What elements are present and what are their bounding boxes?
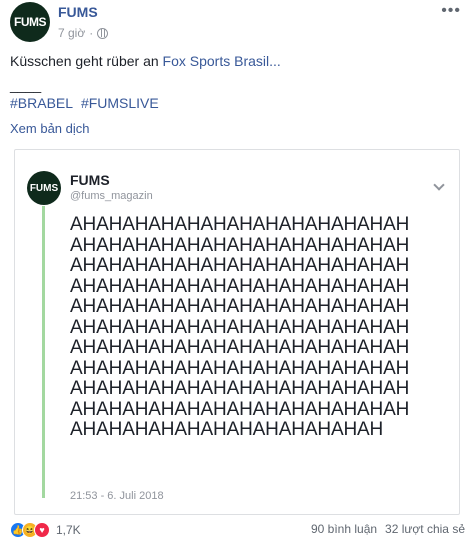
engagement-counts: 90 bình luận 32 lượt chia sẻ: [311, 522, 465, 536]
tweet-avatar[interactable]: FUMS: [27, 171, 61, 205]
tweet-handle[interactable]: @fums_magazin: [70, 190, 153, 202]
tweet-line: AHAHAHAHAHAHAHAHAHAHAHAHAH: [70, 255, 410, 276]
tweet-line: AHAHAHAHAHAHAHAHAHAHAHAHAH: [70, 214, 410, 235]
hashtags: #BRABEL #FUMSLIVE: [10, 95, 163, 111]
reaction-count[interactable]: 1,7K: [56, 523, 81, 537]
tweet-thread-line: [42, 206, 45, 498]
post-text: Küsschen geht rüber an Fox Sports Brasil…: [10, 52, 465, 71]
ellipsis-icon[interactable]: •••: [441, 2, 461, 20]
post-footer: 👍 😆 ♥ 1,7K 90 bình luận 32 lượt chia sẻ: [10, 522, 465, 538]
post-text-prefix: Küsschen geht rüber an: [10, 53, 163, 69]
post-header: FUMS FUMS 7 giờ · •••: [10, 2, 465, 42]
hashtag-link[interactable]: #BRABEL: [10, 95, 73, 111]
post-divider-text: ____: [10, 77, 42, 93]
tweet-body: AHAHAHAHAHAHAHAHAHAHAHAHAH AHAHAHAHAHAHA…: [70, 214, 450, 441]
author-name[interactable]: FUMS: [58, 4, 98, 20]
page-mention-link[interactable]: Fox Sports Brasil...: [163, 53, 281, 69]
embedded-tweet[interactable]: FUMS FUMS @fums_magazin AHAHAHAHAHAHAHAH…: [14, 149, 460, 515]
globe-icon[interactable]: [97, 27, 109, 39]
comments-count[interactable]: 90 bình luận: [311, 522, 377, 536]
post-meta: 7 giờ ·: [58, 26, 109, 40]
hashtag-link[interactable]: #FUMSLIVE: [81, 95, 159, 111]
shares-count[interactable]: 32 lượt chia sẻ: [385, 522, 465, 536]
tweet-line: AHAHAHAHAHAHAHAHAHAHAHAHAH: [70, 337, 410, 358]
tweet-line: AHAHAHAHAHAHAHAHAHAHAHAHAH: [70, 378, 410, 399]
author-avatar[interactable]: FUMS: [10, 2, 50, 42]
reactions-summary[interactable]: 👍 😆 ♥ 1,7K: [10, 522, 81, 538]
tweet-line: AHAHAHAHAHAHAHAHAHAHAHAHAH: [70, 234, 410, 256]
tweet-author-name[interactable]: FUMS: [70, 172, 110, 188]
tweet-line: AHAHAHAHAHAHAHAHAHAHAHAHAH: [70, 357, 410, 379]
tweet-timestamp[interactable]: 21:53 - 6. Juli 2018: [70, 490, 164, 502]
tweet-line: AHAHAHAHAHAHAHAHAHAHAHAHAH: [70, 296, 410, 317]
tweet-line: AHAHAHAHAHAHAHAHAHAHAHAHAH: [70, 275, 410, 297]
post-time[interactable]: 7 giờ: [58, 26, 85, 40]
tweet-line: AHAHAHAHAHAHAHAHAHAHAHAHAH: [70, 316, 410, 338]
tweet-line: AHAHAHAHAHAHAHAHAHAHAHAHAH: [70, 398, 410, 420]
chevron-down-icon[interactable]: [433, 179, 445, 191]
love-reaction-icon: ♥: [34, 522, 50, 538]
tweet-line: AHAHAHAHAHAHAHAHAHAHAHAH: [70, 419, 384, 440]
see-translation-link[interactable]: Xem bản dịch: [10, 121, 90, 136]
